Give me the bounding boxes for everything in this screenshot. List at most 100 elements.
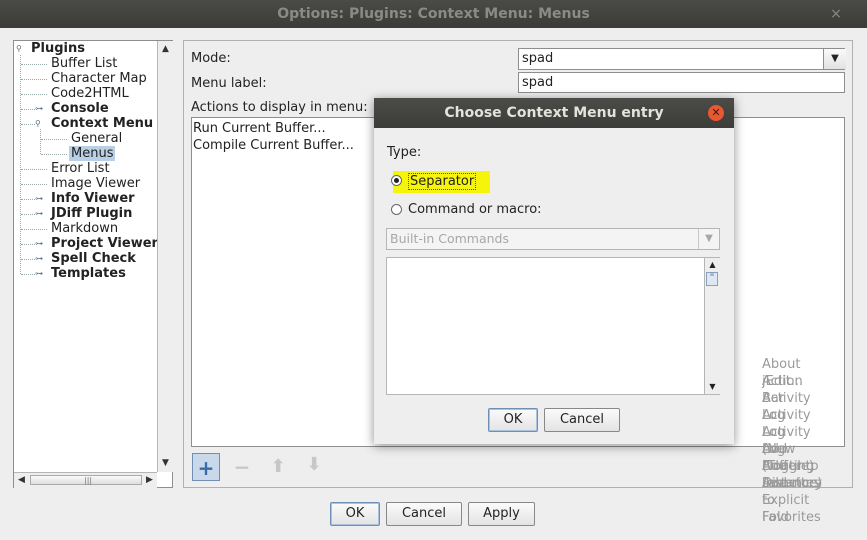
chevron-down-icon: ▼ [831,53,839,64]
tree-item[interactable]: Character Map [51,71,147,86]
window-title: Options: Plugins: Context Menu: Menus [277,6,590,22]
tree-item-label: Buffer List [51,56,118,71]
tree-item[interactable]: Project Viewer [51,236,158,251]
collapsed-node-icon[interactable]: ⊶ [35,195,43,203]
tree-item-label: Info Viewer [51,191,135,206]
tree-connector [21,214,35,215]
tree-item-label: JDiff Plugin [51,206,133,221]
tree-connector [21,259,35,260]
tree-scroll-up-icon[interactable]: ▲ [158,42,173,57]
tree-item-label: Project Viewer [51,236,158,251]
add-icon[interactable]: + [192,453,220,481]
menu-label-input[interactable]: spad [518,72,845,93]
collapsed-node-icon[interactable]: ⊶ [35,240,43,248]
separator-radio[interactable] [391,175,402,186]
apply-button[interactable]: Apply [468,502,535,526]
type-label: Type: [387,145,422,160]
tree-item-label: Image Viewer [51,176,141,191]
tree-connector [21,94,47,95]
mode-value: spad [522,51,554,66]
chevron-down-icon[interactable]: ▼ [698,229,719,249]
tree-connector [21,184,47,185]
menu-label-value: spad [522,75,554,90]
tree-item[interactable]: Code2HTML [51,86,129,101]
tree-item-label: Error List [51,161,110,176]
tree-item[interactable]: JDiff Plugin [51,206,132,221]
tree-root-plugins[interactable]: Plugins [31,41,85,56]
cancel-button[interactable]: Cancel [386,502,462,526]
tree-item[interactable]: Buffer List [51,56,117,71]
tree-item[interactable]: General [71,131,122,146]
tree-item-label: Console [51,101,109,116]
tree-connector [21,124,35,125]
tree-item-label: Markdown [51,221,119,236]
tree-item-label: Menus [69,146,116,161]
expanded-node-icon[interactable]: ⚲ [35,120,43,128]
commands-scrollbar[interactable]: ▲ ≡ ▼ [704,258,720,394]
command-option-label[interactable]: Command or macro: [408,202,542,217]
category-combobox[interactable]: Built-in Commands ▼ [386,228,720,250]
tree-item[interactable]: Info Viewer [51,191,135,206]
scroll-up-icon[interactable]: ▲ [705,258,720,271]
tree-item[interactable]: Menus [69,146,116,161]
tree-item[interactable]: Markdown [51,221,118,236]
tree-connector [21,199,35,200]
list-item[interactable]: Compile Current Buffer... [193,137,354,154]
mode-combobox[interactable]: spad [518,48,845,70]
tree-connector [21,79,47,80]
tree-guide-line [20,55,21,274]
tree-item-label: Templates [51,266,126,281]
tree-item[interactable]: Console [51,101,109,116]
tree-connector [21,169,47,170]
list-item[interactable]: Run Current Buffer... [193,120,326,137]
dialog-ok-button[interactable]: OK [488,408,538,432]
mode-label: Mode: [191,51,231,66]
tree-item-label: Spell Check [51,251,136,266]
tree-scroll-right-icon[interactable]: ▶ [142,473,157,488]
tree-item-label: General [71,131,123,146]
list-item[interactable]: Add Explicit Fold [762,475,809,526]
command-radio[interactable] [391,204,402,215]
tree-connector [21,274,35,275]
dialog-close-icon[interactable]: ✕ [708,105,724,121]
tree-guide-line [40,129,41,154]
commands-scroll-thumb[interactable]: ≡ [706,272,718,286]
tree-scroll-down-icon[interactable]: ▼ [158,456,173,471]
commands-list[interactable] [386,257,720,395]
choose-entry-dialog: Choose Context Menu entry ✕ Type: Separa… [374,98,822,525]
tree-connector [21,229,47,230]
dialog-title: Choose Context Menu entry [444,105,664,121]
tree-connector [41,139,67,140]
tree-item[interactable]: Context Menu [51,116,153,131]
tree-item[interactable]: Error List [51,161,110,176]
ok-button[interactable]: OK [330,502,380,526]
actions-label: Actions to display in menu: [191,100,368,115]
mode-dropdown-button[interactable]: ▼ [823,49,846,69]
scroll-down-icon[interactable]: ▼ [705,380,720,393]
remove-icon[interactable]: − [228,453,256,481]
tree-connector [21,64,47,65]
category-value: Built-in Commands [390,231,509,246]
tree-vertical-scrollbar[interactable] [157,41,173,472]
separator-option-label[interactable]: Separator [408,173,477,190]
move-down-icon[interactable]: ⬇ [300,451,328,479]
move-up-icon[interactable]: ⬆ [264,453,292,481]
tree-item[interactable]: Templates [51,266,126,281]
collapsed-node-icon[interactable]: ⊶ [35,270,43,278]
window-close-button[interactable]: × [826,4,846,24]
expanded-node-icon[interactable]: ⚲ [16,45,24,53]
collapsed-node-icon[interactable]: ⊶ [35,210,43,218]
tree-scroll-left-icon[interactable]: ◀ [14,473,29,488]
tree-item-label: Character Map [51,71,147,86]
grip-icon: ||| [84,476,93,485]
tree-connector [41,154,67,155]
menu-label-label: Menu label: [191,76,267,91]
tree-connector [21,244,35,245]
tree-item-label: Context Menu [51,116,154,131]
dialog-cancel-button[interactable]: Cancel [544,408,620,432]
tree-item[interactable]: Image Viewer [51,176,140,191]
tree-connector [21,109,35,110]
collapsed-node-icon[interactable]: ⊶ [35,105,43,113]
collapsed-node-icon[interactable]: ⊶ [35,255,43,263]
tree-item[interactable]: Spell Check [51,251,136,266]
